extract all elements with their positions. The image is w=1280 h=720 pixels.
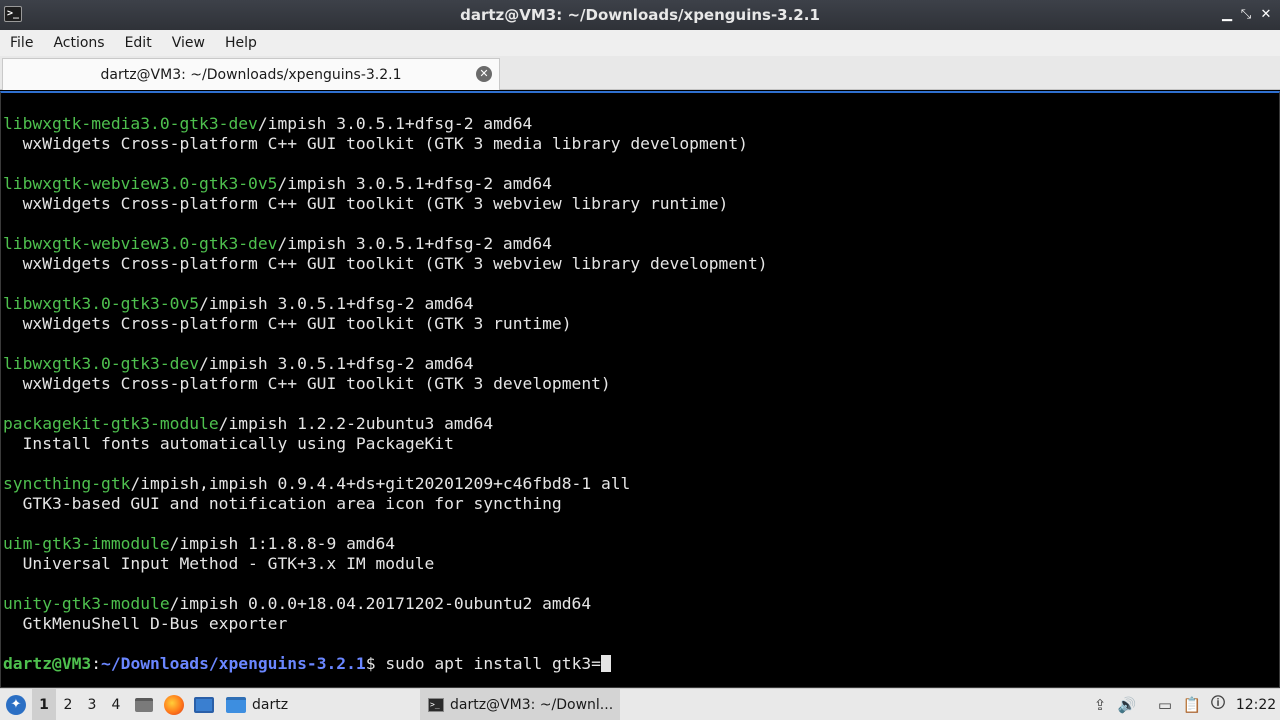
package-description: wxWidgets Cross-platform C++ GUI toolkit… xyxy=(3,374,611,393)
tab-label: dartz@VM3: ~/Downloads/xpenguins-3.2.1 xyxy=(100,66,402,83)
workspace-1[interactable]: 1 xyxy=(32,689,56,720)
desktop-icon xyxy=(194,697,214,713)
package-line: libwxgtk3.0-gtk3-0v5/impish 3.0.5.1+dfsg… xyxy=(3,294,1279,314)
package-description: wxWidgets Cross-platform C++ GUI toolkit… xyxy=(3,314,572,333)
workspace-2[interactable]: 2 xyxy=(56,689,80,720)
menubar: File Actions Edit View Help xyxy=(0,30,1280,56)
menu-help[interactable]: Help xyxy=(215,35,267,51)
menu-view[interactable]: View xyxy=(162,35,215,51)
package-info: /impish 3.0.5.1+dfsg-2 amd64 xyxy=(257,114,533,133)
start-menu-icon: ✦ xyxy=(6,695,26,715)
package-line: libwxgtk-media3.0-gtk3-dev/impish 3.0.5.… xyxy=(3,114,1279,134)
menu-edit[interactable]: Edit xyxy=(115,35,162,51)
workspace-3[interactable]: 3 xyxy=(80,689,104,720)
firefox-launcher[interactable] xyxy=(162,689,186,720)
minimize-icon[interactable]: ▁ xyxy=(1217,5,1237,25)
prompt-user: dartz@VM3 xyxy=(3,654,92,673)
package-line: unity-gtk3-module/impish 0.0.0+18.04.201… xyxy=(3,594,1279,614)
package-line: libwxgtk-webview3.0-gtk3-dev/impish 3.0.… xyxy=(3,234,1279,254)
task-terminal[interactable]: >_ dartz@VM3: ~/Downl... xyxy=(420,689,620,720)
text-cursor xyxy=(600,655,611,672)
package-info: /impish 3.0.5.1+dfsg-2 amd64 xyxy=(199,354,474,373)
taskbar: ✦ 1 2 3 4 dartz >_ dartz@VM3: ~/Downl...… xyxy=(0,688,1280,720)
package-line: uim-gtk3-immodule/impish 1:1.8.8-9 amd64 xyxy=(3,534,1279,554)
package-line: libwxgtk-webview3.0-gtk3-0v5/impish 3.0.… xyxy=(3,174,1279,194)
package-name: libwxgtk3.0-gtk3-0v5 xyxy=(3,294,200,313)
package-description: Universal Input Method - GTK+3.x IM modu… xyxy=(3,554,435,573)
volume-icon[interactable]: 🔊 xyxy=(1117,689,1137,720)
terminal-app-icon: >_ xyxy=(4,6,22,22)
display-icon[interactable]: ▭ xyxy=(1154,689,1176,720)
package-description: wxWidgets Cross-platform C++ GUI toolkit… xyxy=(3,134,748,153)
package-name: libwxgtk3.0-gtk3-dev xyxy=(3,354,200,373)
task-folder-dartz[interactable]: dartz xyxy=(224,689,364,720)
start-menu-button[interactable]: ✦ xyxy=(4,689,28,720)
firefox-icon xyxy=(164,695,184,715)
restore-icon[interactable]: ⤡ xyxy=(1236,5,1256,25)
package-name: syncthing-gtk xyxy=(3,474,131,493)
clock[interactable]: 12:22 xyxy=(1234,689,1278,720)
close-icon[interactable]: ✕ xyxy=(1256,5,1276,25)
prompt-symbol: $ xyxy=(365,654,376,673)
package-line: packagekit-gtk3-module/impish 1.2.2-2ubu… xyxy=(3,414,1279,434)
window-titlebar[interactable]: >_ dartz@VM3: ~/Downloads/xpenguins-3.2.… xyxy=(0,0,1280,30)
file-manager-launcher[interactable] xyxy=(132,689,156,720)
package-line: libwxgtk3.0-gtk3-dev/impish 3.0.5.1+dfsg… xyxy=(3,354,1279,374)
package-name: libwxgtk-webview3.0-gtk3-0v5 xyxy=(3,174,278,193)
package-name: libwxgtk-media3.0-gtk3-dev xyxy=(3,114,258,133)
package-info: /impish 3.0.5.1+dfsg-2 amd64 xyxy=(277,174,552,193)
workspace-4[interactable]: 4 xyxy=(104,689,128,720)
package-description: Install fonts automatically using Packag… xyxy=(3,434,454,453)
tray-upload-icon[interactable]: ⇪ xyxy=(1090,689,1110,720)
file-manager-icon xyxy=(135,698,153,712)
tab-close-icon[interactable]: ✕ xyxy=(476,66,492,82)
folder-icon xyxy=(226,697,246,713)
package-name: libwxgtk-webview3.0-gtk3-dev xyxy=(3,234,278,253)
package-info: /impish 3.0.5.1+dfsg-2 amd64 xyxy=(199,294,474,313)
notification-icon[interactable]: 🛈 xyxy=(1208,689,1228,720)
window-title: dartz@VM3: ~/Downloads/xpenguins-3.2.1 xyxy=(460,6,820,24)
package-line: syncthing-gtk/impish,impish 0.9.4.4+ds+g… xyxy=(3,474,1279,494)
package-description: GTK3-based GUI and notification area ico… xyxy=(3,494,562,513)
menu-actions[interactable]: Actions xyxy=(43,35,114,51)
package-info: /impish 3.0.5.1+dfsg-2 amd64 xyxy=(277,234,552,253)
prompt-line[interactable]: dartz@VM3:~/Downloads/xpenguins-3.2.1$ s… xyxy=(3,654,1279,674)
task-folder-label: dartz xyxy=(252,697,289,713)
package-name: uim-gtk3-immodule xyxy=(3,534,170,553)
tab-terminal[interactable]: dartz@VM3: ~/Downloads/xpenguins-3.2.1 ✕ xyxy=(2,58,500,90)
terminal-task-icon: >_ xyxy=(428,698,444,712)
terminal-output[interactable]: libwxgtk-media3.0-gtk3-dev/impish 3.0.5.… xyxy=(0,91,1280,688)
clipboard-icon[interactable]: 📋 xyxy=(1182,689,1202,720)
prompt-separator: : xyxy=(91,654,102,673)
menu-file[interactable]: File xyxy=(0,35,43,51)
prompt-path: ~/Downloads/xpenguins-3.2.1 xyxy=(101,654,366,673)
package-info: /impish,impish 0.9.4.4+ds+git20201209+c4… xyxy=(130,474,631,493)
package-name: unity-gtk3-module xyxy=(3,594,170,613)
package-description: wxWidgets Cross-platform C++ GUI toolkit… xyxy=(3,254,768,273)
command-input[interactable]: sudo apt install gtk3= xyxy=(376,654,601,673)
package-description: GtkMenuShell D-Bus exporter xyxy=(3,614,288,633)
package-description: wxWidgets Cross-platform C++ GUI toolkit… xyxy=(3,194,729,213)
task-terminal-label: dartz@VM3: ~/Downl... xyxy=(450,697,614,713)
show-desktop-button[interactable] xyxy=(192,689,216,720)
package-name: packagekit-gtk3-module xyxy=(3,414,219,433)
tab-bar: dartz@VM3: ~/Downloads/xpenguins-3.2.1 ✕ xyxy=(0,56,1280,90)
package-info: /impish 1.2.2-2ubuntu3 amd64 xyxy=(218,414,494,433)
package-info: /impish 0.0.0+18.04.20171202-0ubuntu2 am… xyxy=(169,594,592,613)
package-info: /impish 1:1.8.8-9 amd64 xyxy=(169,534,396,553)
